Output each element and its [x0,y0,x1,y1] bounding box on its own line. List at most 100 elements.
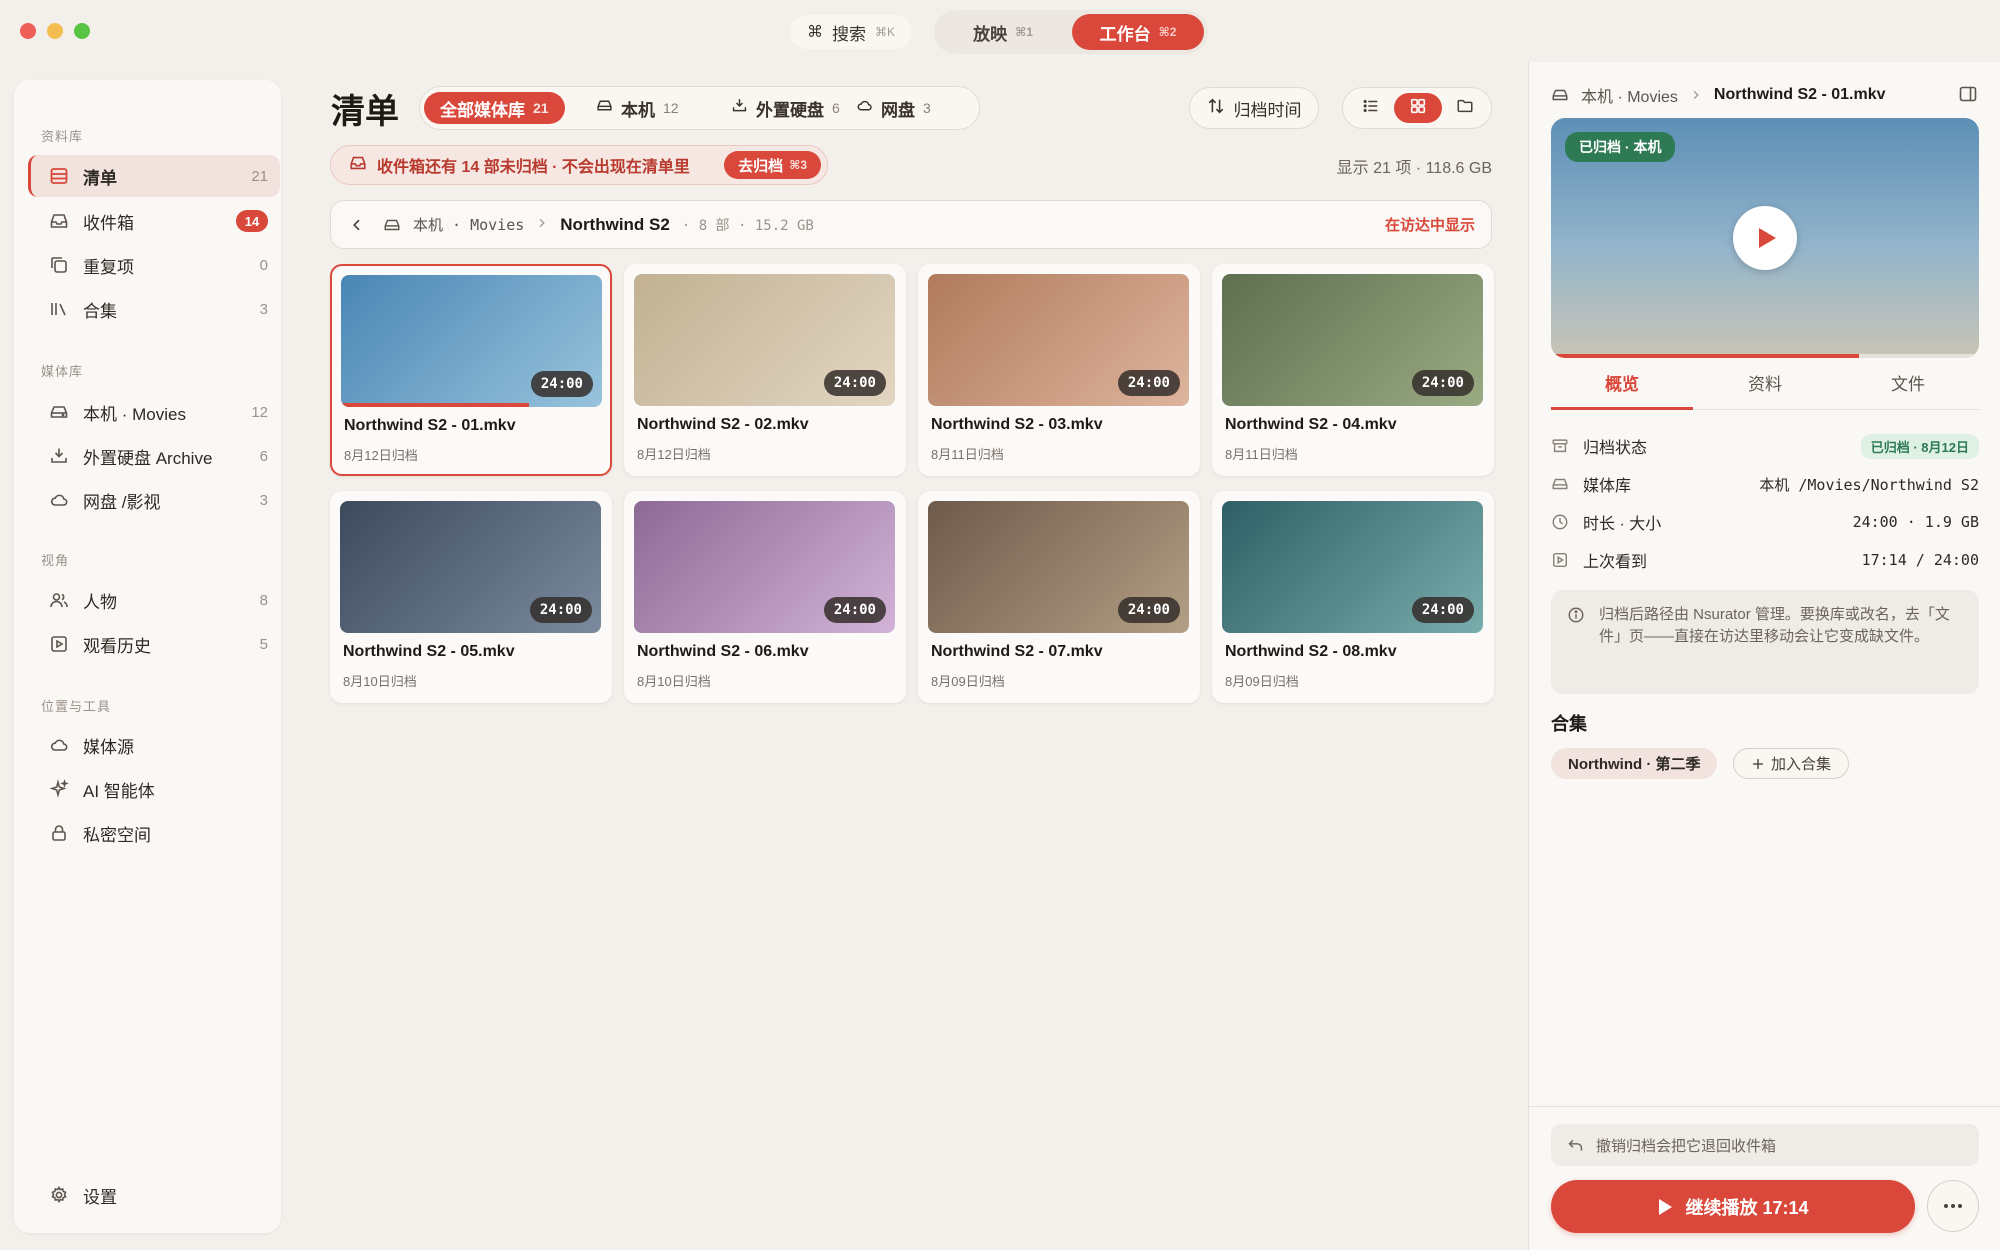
detail-row-archive-status: 归档状态 已归档 · 8月12日 [1551,431,1979,461]
tab-label: 本机 [621,100,655,120]
sidebar-item-label: 重复项 [83,257,134,277]
go-archive-button[interactable]: 去归档 ⌘3 [724,151,821,179]
sidebar-item-history[interactable]: 观看历史 5 [28,623,280,665]
media-card[interactable]: 24:00 Northwind S2 - 04.mkv 8月11日归档 [1212,264,1494,476]
lock-icon [48,822,70,844]
collection-chip[interactable]: Northwind · 第二季 [1551,748,1718,779]
more-options-button[interactable] [1927,1180,1979,1232]
watch-progress-bar [341,403,529,407]
grid-view-button[interactable] [1394,93,1442,123]
preview-thumbnail[interactable]: 已归档 · 本机 [1551,118,1979,358]
mode-play-tab[interactable]: 放映 ⌘1 [938,14,1068,50]
undo-archive-text: 撤销归档会把它退回收件箱 [1596,1137,1777,1155]
list-view-button[interactable] [1347,93,1395,123]
library-filter-tabs: 全部媒体库 21 本机 12 外置硬盘 6 网盘 3 [419,86,980,130]
sidebar-item-private-space[interactable]: 私密空间 [28,812,280,854]
duration-badge: 24:00 [823,370,886,396]
hard-drive-icon [1551,475,1571,493]
tab-count: 21 [533,100,549,116]
sidebar-item-cloud-drive[interactable]: 网盘 /影视 3 [28,479,280,521]
sidebar-toggle-icon[interactable] [1958,84,1978,109]
play-icon [1756,226,1778,250]
archive-date: 8月12日归档 [344,448,418,463]
top-bar: ⌘ 搜索 ⌘K 放映 ⌘1 工作台 ⌘2 [0,10,2000,54]
sidebar-item-external-archive[interactable]: 外置硬盘 Archive 6 [28,435,280,477]
undo-arrow-icon [1567,1137,1584,1154]
sidebar: 资料库 清单 21 收件箱 14 重复项 0 合集 3 媒体库 本机 · Mov… [14,80,281,1233]
media-card[interactable]: 24:00 Northwind S2 - 07.mkv 8月09日归档 [918,491,1200,703]
detail-row-library: 媒体库 本机 /Movies/Northwind S2 [1551,469,1979,499]
section-tools-heading: 位置与工具 [41,699,112,714]
sidebar-item-duplicates[interactable]: 重复项 0 [28,244,280,286]
media-title: Northwind S2 - 03.mkv [931,416,1103,433]
people-icon [48,589,70,611]
media-card[interactable]: 24:00 Northwind S2 - 03.mkv 8月11日归档 [918,264,1200,476]
sidebar-item-label: 清单 [83,168,117,188]
tab-all-libraries[interactable]: 全部媒体库 21 [424,92,565,124]
sidebar-item-inbox[interactable]: 收件箱 14 [28,200,280,242]
sidebar-item-collections[interactable]: 合集 3 [28,288,280,330]
hard-drive-icon [383,216,401,234]
media-thumbnail[interactable]: 24:00 [341,275,602,407]
media-title: Northwind S2 - 06.mkv [637,643,809,660]
sort-button[interactable]: 归档时间 [1189,87,1319,129]
add-to-collection-button[interactable]: 加入合集 [1733,748,1850,779]
back-chevron-icon[interactable] [345,217,369,233]
inbox-count-badge: 14 [236,210,268,232]
sidebar-item-count: 21 [251,167,268,185]
media-title: Northwind S2 - 01.mkv [344,417,516,434]
sidebar-item-label: 观看历史 [83,636,151,656]
reveal-in-finder-link[interactable]: 在访达中显示 [1385,214,1475,235]
media-thumbnail[interactable]: 24:00 [1222,274,1483,406]
detail-breadcrumb-root[interactable]: 本机 · Movies [1581,83,1678,107]
sidebar-item-settings[interactable]: 设置 [28,1174,280,1216]
media-card[interactable]: 24:00 Northwind S2 - 05.mkv 8月10日归档 [330,491,612,703]
preview-progress-bar [1551,354,1860,358]
tab-cloud-drive[interactable]: 网盘 3 [840,92,947,124]
duration-badge: 24:00 [1411,370,1474,396]
media-card[interactable]: 24:00 Northwind S2 - 02.mkv 8月12日归档 [624,264,906,476]
media-card[interactable]: 24:00 Northwind S2 - 08.mkv 8月09日归档 [1212,491,1494,703]
archive-date: 8月10日归档 [343,674,417,689]
media-thumbnail[interactable]: 24:00 [634,274,895,406]
section-library-heading: 资料库 [41,129,84,144]
sidebar-item-media-sources[interactable]: 媒体源 [28,724,280,766]
sidebar-item-list[interactable]: 清单 21 [28,155,280,197]
tab-overview[interactable]: 概览 [1551,370,1693,410]
media-title: Northwind S2 - 08.mkv [1225,643,1397,660]
continue-playing-button[interactable]: 继续播放 17:14 [1551,1180,1915,1233]
media-thumbnail[interactable]: 24:00 [340,501,601,633]
page-title: 清单 [331,93,399,131]
command-icon: ⌘ [806,24,823,41]
breadcrumb-root[interactable]: 本机 · Movies [413,214,524,235]
mode-workbench-tab[interactable]: 工作台 ⌘2 [1072,14,1204,50]
tab-external-drive[interactable]: 外置硬盘 6 [715,92,856,124]
tab-local[interactable]: 本机 12 [580,92,695,124]
search-button[interactable]: ⌘ 搜索 ⌘K [790,15,912,49]
media-title: Northwind S2 - 07.mkv [931,643,1103,660]
tab-files[interactable]: 文件 [1837,370,1979,410]
undo-archive-hint[interactable]: 撤销归档会把它退回收件箱 [1551,1124,1979,1166]
play-square-icon [1551,551,1571,569]
media-thumbnail[interactable]: 24:00 [1222,501,1483,633]
media-thumbnail[interactable]: 24:00 [634,501,895,633]
sidebar-item-people[interactable]: 人物 8 [28,579,280,621]
sidebar-item-local-movies[interactable]: 本机 · Movies 12 [28,391,280,433]
folder-view-button[interactable] [1441,93,1489,123]
duration-badge: 24:00 [823,597,886,623]
collections-heading: 合集 [1551,714,1587,734]
sidebar-item-ai-agent[interactable]: AI 智能体 [28,768,280,810]
sort-label: 归档时间 [1233,100,1302,120]
detail-panel: 本机 · Movies Northwind S2 - 01.mkv 已归档 · … [1528,62,2000,1250]
chevron-right-icon [1690,89,1702,101]
play-button[interactable] [1733,206,1797,270]
continue-playing-label: 继续播放 17:14 [1685,1197,1809,1218]
cloud-icon [48,489,70,511]
media-card[interactable]: 24:00 Northwind S2 - 01.mkv 8月12日归档 [330,264,612,476]
media-thumbnail[interactable]: 24:00 [928,501,1189,633]
detail-row-last-watched: 上次看到 17:14 / 24:00 [1551,545,1979,575]
tab-metadata[interactable]: 资料 [1694,370,1836,410]
media-thumbnail[interactable]: 24:00 [928,274,1189,406]
media-card[interactable]: 24:00 Northwind S2 - 06.mkv 8月10日归档 [624,491,906,703]
mode-workbench-shortcut: ⌘2 [1158,25,1177,39]
